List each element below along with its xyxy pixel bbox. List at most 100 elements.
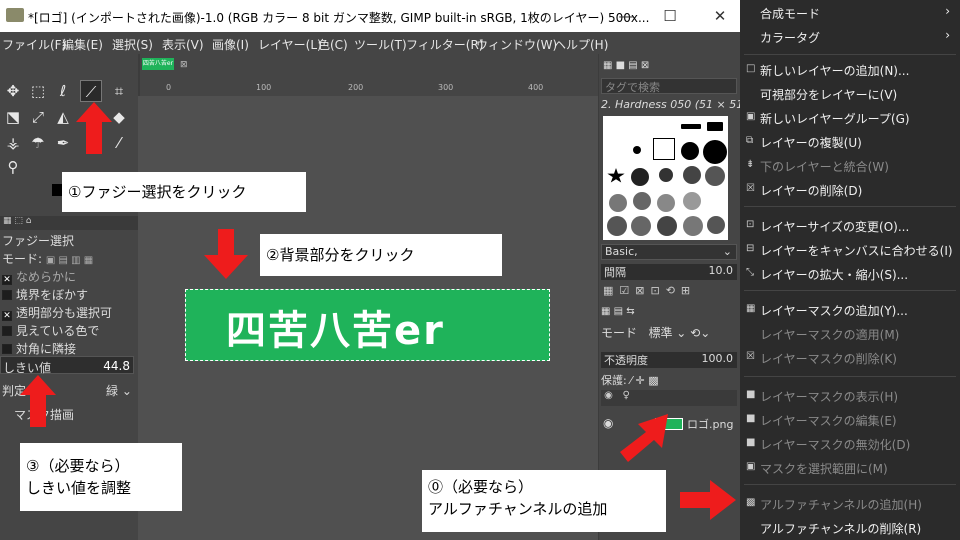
menu-item-label: レイヤーの複製(U) xyxy=(760,136,862,150)
menu-item-label: 可視部分をレイヤーに(V) xyxy=(760,88,898,102)
menu-file[interactable]: ファイル(F) xyxy=(2,36,66,53)
menu-item-label: 新しいレイヤーグループ(G) xyxy=(760,112,910,126)
opt-feather[interactable]: 境界をぼかす xyxy=(2,286,88,303)
image-tab-thumbnail[interactable]: 四苦八苦er xyxy=(142,58,174,70)
brush-grid[interactable] xyxy=(603,116,728,240)
selected-brush[interactable] xyxy=(653,138,675,160)
menu-item-icon: ⊟ xyxy=(746,243,755,254)
mode-row: モード: ▣ ▤ ▥ ▦ xyxy=(2,250,93,267)
menu-windows[interactable]: ウィンドウ(W) xyxy=(476,36,557,53)
opt-diagonal[interactable]: 対角に隣接 xyxy=(2,340,76,357)
layer-mode-row[interactable]: モード 標準 ⌄ ⟲⌄ xyxy=(601,324,737,348)
menu-blend-mode[interactable]: 合成モード xyxy=(760,5,820,22)
layer-mode-value: 標準 xyxy=(648,326,673,340)
menu-item-icon: ☒ xyxy=(746,351,755,362)
threshold-label: しきい値 xyxy=(3,361,52,375)
menu-item-label: マスクを選択範囲に(M) xyxy=(760,462,888,476)
menu-item-label: レイヤーマスクの適用(M) xyxy=(760,328,900,342)
tab-close-icon[interactable]: ⊠ xyxy=(180,60,188,70)
mode-label: モード: xyxy=(2,252,43,266)
menu-item-label: レイヤーの拡大・縮小(S)... xyxy=(760,268,909,282)
menu-colors[interactable]: 色(C) xyxy=(318,36,348,53)
opacity-slider[interactable]: 不透明度 100.0 xyxy=(601,352,737,368)
lasso-tool-icon[interactable]: ℓ xyxy=(52,80,74,102)
checkbox-checked-icon: ✕ xyxy=(2,311,12,321)
layers-header: ◉ ♀ xyxy=(601,390,737,406)
menu-item-label: アルファチャンネルの削除(R) xyxy=(760,522,922,536)
maximize-button[interactable]: ☐ xyxy=(660,6,680,26)
menu-filters[interactable]: フィルター(R) xyxy=(406,36,483,53)
menu-bar: ファイル(F) 編集(E) 選択(S) 表示(V) 画像(I) レイヤー(L) … xyxy=(0,32,740,54)
move-tool-icon[interactable]: ✥ xyxy=(2,80,24,102)
menu-item-icon: ■ xyxy=(746,437,756,448)
arrow-up-icon xyxy=(20,375,56,427)
transform-tool-icon[interactable]: ⬔ xyxy=(2,106,24,128)
clone-tool-icon[interactable]: ⚶ xyxy=(2,132,24,154)
brush-preset-select[interactable]: Basic, ⌄ xyxy=(601,244,737,260)
layer-name: ロゴ.png xyxy=(687,418,734,431)
threshold-slider[interactable]: しきい値 44.8 xyxy=(0,356,134,375)
menu-layer[interactable]: レイヤー(L) xyxy=(258,36,322,53)
mode-buttons[interactable]: ▣ ▤ ▥ ▦ xyxy=(46,255,93,266)
layers-dock-tabs[interactable]: ▦ ▤ ⇆ xyxy=(601,306,635,317)
submenu-arrow-icon: › xyxy=(945,28,950,42)
checkbox-icon xyxy=(2,344,12,354)
menu-item-icon: ⧉ xyxy=(746,135,754,146)
tool-options-tabs[interactable]: ▦ ⬚ ⌂ xyxy=(0,216,138,230)
logo-text: 四苦八苦er xyxy=(226,308,445,354)
brush-tag-filter[interactable]: タグで検索 xyxy=(601,78,737,94)
menu-tools[interactable]: ツール(T) xyxy=(354,36,407,53)
opt-antialias[interactable]: ✕ なめらかに xyxy=(2,268,76,285)
title-bar: *[ロゴ] (インポートされた画像)-1.0 (RGB カラー 8 bit ガン… xyxy=(0,0,740,32)
menu-select[interactable]: 選択(S) xyxy=(112,36,153,53)
menu-item-label: アルファチャンネルの追加(H) xyxy=(760,498,922,512)
menu-item-icon: ☒ xyxy=(746,183,755,194)
menu-item-icon: ▣ xyxy=(746,461,756,472)
window-title: *[ロゴ] (インポートされた画像)-1.0 (RGB カラー 8 bit ガン… xyxy=(28,11,650,25)
menu-separator xyxy=(744,54,956,55)
menu-item-label: 下のレイヤーと統合(W) xyxy=(760,160,889,174)
brush-spacing-slider[interactable]: 間隔 10.0 xyxy=(601,264,737,280)
rect-select-tool-icon[interactable]: ⬚ xyxy=(27,80,49,102)
arrow-down-icon xyxy=(204,229,248,279)
path-tool-icon[interactable]: ✒ xyxy=(52,132,74,154)
checkbox-icon xyxy=(2,290,12,300)
menu-color-tag[interactable]: カラータグ xyxy=(760,29,820,46)
close-button[interactable]: ✕ xyxy=(710,6,730,26)
menu-help[interactable]: ヘルプ(H) xyxy=(554,36,608,53)
logo-image[interactable]: 四苦八苦er xyxy=(185,289,550,361)
menu-image[interactable]: 画像(I) xyxy=(212,36,249,53)
threshold-value: 44.8 xyxy=(103,359,130,373)
bucket-fill-tool-icon[interactable]: ◭ xyxy=(52,106,74,128)
minimize-button[interactable]: — xyxy=(616,6,636,26)
opt-transparent[interactable]: ✕ 透明部分も選択可 xyxy=(2,304,112,321)
menu-item-icon: ▦ xyxy=(746,303,756,314)
menu-edit[interactable]: 編集(E) xyxy=(62,36,103,53)
gimp-logo-icon xyxy=(6,8,24,22)
menu-item-label: 新しいレイヤーの追加(N)... xyxy=(760,64,910,78)
crop-tool-icon[interactable]: ⌗ xyxy=(108,80,130,102)
menu-item-icon: ■ xyxy=(746,413,756,424)
menu-view[interactable]: 表示(V) xyxy=(162,36,204,53)
opt-sample-merged[interactable]: 見えている色で xyxy=(2,322,99,339)
zoom-tool-icon[interactable]: ⚲ xyxy=(2,156,24,178)
brush-name: 2. Hardness 050 (51 × 51) xyxy=(601,98,748,111)
dock-tabs[interactable]: ▦ ■ ▤ ⊠ xyxy=(603,60,649,71)
menu-item-icon: ⇟ xyxy=(746,159,755,170)
smudge-tool-icon[interactable]: ☂ xyxy=(27,132,49,154)
menu-item-label: レイヤーマスクの編集(E) xyxy=(760,414,897,428)
brush-action-buttons[interactable]: ▦☑⊠⊡⟲⊞ xyxy=(603,284,696,297)
fuzzy-select-tool-icon[interactable]: ⟋ xyxy=(80,80,102,102)
menu-separator xyxy=(744,206,956,207)
checkbox-checked-icon: ✕ xyxy=(2,275,12,285)
lock-row: 保護: ⁄ ✛ ▩ xyxy=(601,374,659,387)
callout-step2: ②背景部分をクリック xyxy=(260,234,502,276)
arrow-right-icon xyxy=(680,480,736,520)
submenu-arrow-icon: › xyxy=(945,4,950,18)
menu-item-label: レイヤーサイズの変更(O)... xyxy=(760,220,910,234)
arrow-up-icon xyxy=(76,102,112,154)
horizontal-ruler: 0 100 200 300 400 xyxy=(140,82,598,96)
warp-tool-icon[interactable]: ⤢ xyxy=(27,106,49,128)
eye-visibility-icon[interactable]: ◉ xyxy=(603,416,613,430)
criterion-select[interactable]: 緑 ⌄ xyxy=(106,382,132,399)
